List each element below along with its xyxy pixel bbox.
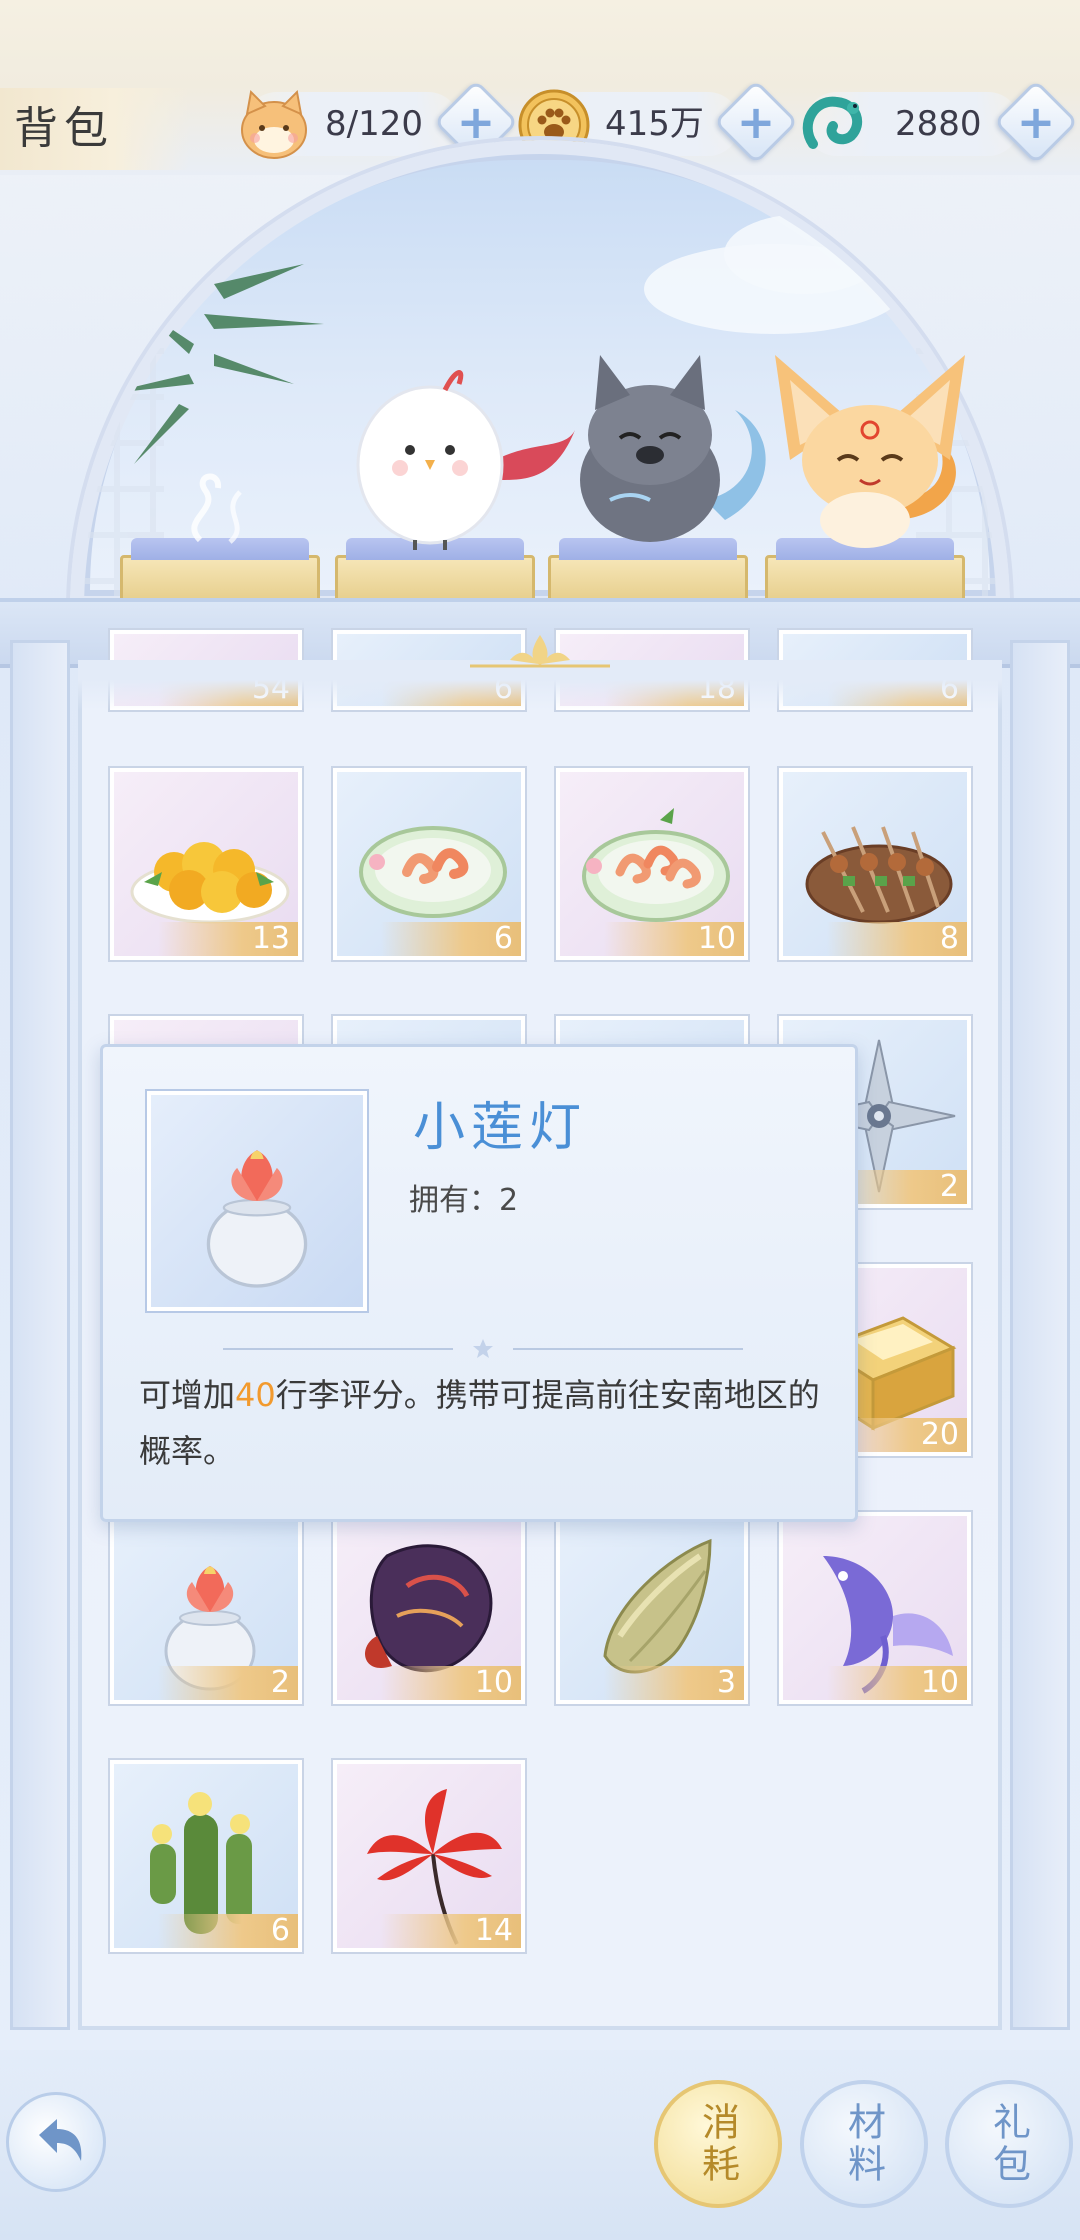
- tooltip-item-name: 小莲灯: [413, 1098, 588, 1158]
- grey-wolf-pup-pet[interactable]: [565, 350, 775, 550]
- item-tooltip: 小莲灯 拥有：2 可增加40行李评分。携带可提高前往安南地区的概率。: [100, 1044, 858, 1522]
- tooltip-description: 可增加40行李评分。携带可提高前往安南地区的概率。: [139, 1367, 829, 1479]
- owned-value: 2: [499, 1183, 519, 1218]
- owned-label: 拥有：: [409, 1183, 499, 1218]
- lotus-lamp-icon: [206, 1150, 308, 1288]
- bamboo-leaves-decoration: [104, 264, 324, 464]
- back-arrow-icon: [39, 2119, 82, 2161]
- inventory-slot-cactus[interactable]: 6: [110, 1760, 302, 1952]
- tab-consumables[interactable]: 消耗: [654, 2080, 782, 2208]
- inventory-slot-yellow-fruit-plate[interactable]: 13: [110, 768, 302, 960]
- incense-burner-icon: [191, 473, 242, 544]
- desc-highlight-value: 40: [235, 1376, 276, 1414]
- cloud-decoration: [724, 214, 884, 294]
- item-quantity: 14: [381, 1914, 521, 1948]
- left-frame: [10, 640, 70, 2030]
- inventory-slot-shrimp-dish-deluxe[interactable]: 10: [556, 768, 748, 960]
- item-quantity: 10: [827, 1666, 967, 1700]
- item-quantity: 8: [827, 922, 967, 956]
- jade-dragon-value: 2880: [895, 104, 982, 144]
- star-divider-icon: [223, 1339, 743, 1358]
- tooltip-owned-count: 拥有：2: [409, 1175, 518, 1219]
- lotus-ornament-icon: [470, 635, 610, 668]
- orange-fox-pet[interactable]: [770, 350, 970, 550]
- plus-icon: +: [456, 95, 496, 149]
- inventory-slot-lotus-lamp[interactable]: 2: [110, 1512, 302, 1704]
- item-quantity: 10: [604, 922, 744, 956]
- plus-icon: +: [1016, 95, 1056, 149]
- white-bird-pet[interactable]: [355, 360, 585, 550]
- tab-materials[interactable]: 材料: [800, 2080, 928, 2208]
- resource-jade-dragon: 2880: [802, 92, 1020, 156]
- inventory-slot-shrimp-dish[interactable]: 6: [333, 768, 525, 960]
- pet-pedestal-4[interactable]: [765, 538, 965, 603]
- resource-cat-capacity: 8/120: [241, 89, 460, 159]
- back-button[interactable]: [6, 2092, 106, 2192]
- desc-prefix: 可增加: [139, 1376, 236, 1414]
- pet-pedestal-2[interactable]: [335, 538, 535, 603]
- right-frame: [1010, 640, 1070, 2030]
- cat-capacity-value: 8/120: [325, 104, 423, 144]
- inventory-slot-purple-mask[interactable]: 10: [333, 1512, 525, 1704]
- tab-gift-packs[interactable]: 礼包: [945, 2080, 1073, 2208]
- pet-pedestal-1[interactable]: [120, 538, 320, 603]
- item-quantity: 2: [158, 1666, 298, 1700]
- item-quantity: 6: [158, 1914, 298, 1948]
- item-quantity: 13: [158, 922, 298, 956]
- cat-face-icon: [241, 89, 307, 159]
- inventory-slot-bamboo-shoot[interactable]: 3: [556, 1512, 748, 1704]
- inventory-slot-purple-fish[interactable]: 10: [779, 1512, 971, 1704]
- item-quantity: 6: [381, 922, 521, 956]
- inventory-slot-red-spider-lily[interactable]: 14: [333, 1760, 525, 1952]
- jade-dragon-icon: [802, 96, 863, 149]
- item-quantity: 3: [604, 1666, 744, 1700]
- item-quantity: 10: [381, 1666, 521, 1700]
- tooltip-item-icon-frame: [147, 1091, 367, 1311]
- pet-pedestal-3[interactable]: [548, 538, 748, 603]
- inventory-slot-skewer-plate[interactable]: 8: [779, 768, 971, 960]
- plus-icon: +: [736, 95, 776, 149]
